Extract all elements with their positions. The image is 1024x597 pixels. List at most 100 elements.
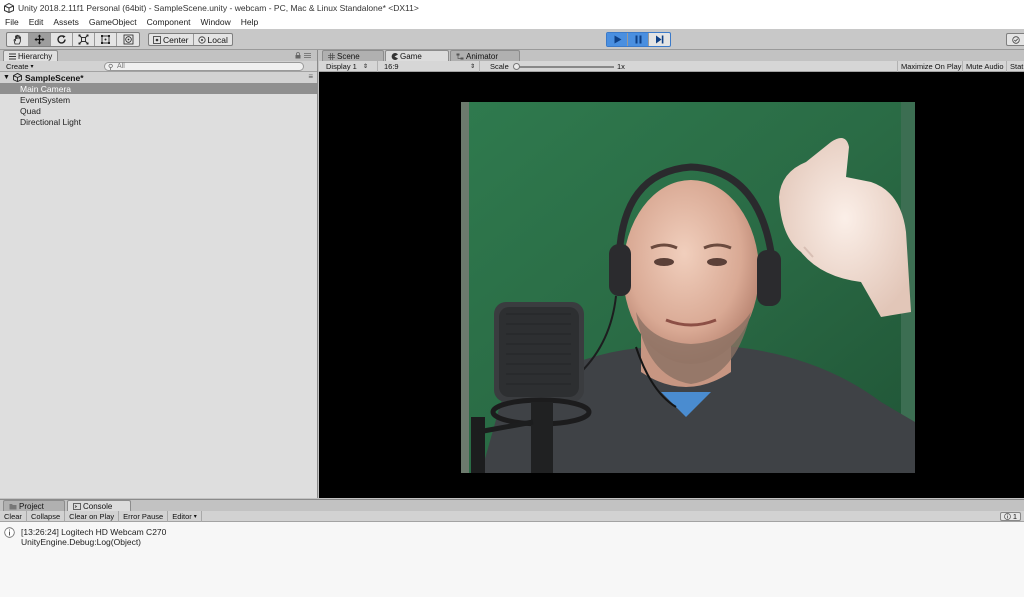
pivot-local-button[interactable]: Local: [194, 34, 232, 45]
list-icon: [9, 53, 16, 59]
mute-audio-toggle[interactable]: Mute Audio: [962, 61, 1007, 72]
scale-tool-button[interactable]: [73, 33, 95, 46]
create-dropdown[interactable]: Create ▾: [3, 62, 37, 71]
step-icon: [656, 35, 664, 44]
lock-icon[interactable]: [295, 52, 301, 59]
game-panel: Scene Game Animator Display 1 ⇕ 16:9 ⇕ S…: [319, 50, 1024, 498]
center-pivot-icon: [153, 35, 161, 44]
transform-tool-button[interactable]: [117, 33, 139, 46]
menu-gameobject[interactable]: GameObject: [89, 17, 137, 27]
scale-value: 1x: [617, 62, 625, 71]
clear-button[interactable]: Clear: [0, 510, 27, 522]
play-button[interactable]: [607, 33, 628, 46]
tab-scene-label: Scene: [337, 51, 360, 61]
panel-options: [295, 52, 311, 59]
error-pause-toggle[interactable]: Error Pause: [119, 510, 169, 522]
tab-scene[interactable]: Scene: [322, 50, 384, 61]
search-placeholder: All: [117, 63, 125, 70]
collab-check-icon: [1012, 35, 1020, 44]
info-message-count-toggle[interactable]: 1: [999, 512, 1021, 521]
info-icon: [1003, 513, 1011, 520]
updown-arrow-icon: ⇕: [469, 64, 475, 70]
rotate-tool-button[interactable]: [51, 33, 73, 46]
console-log-list: [13:26:24] Logitech HD Webcam C270 Unity…: [0, 522, 1024, 597]
menu-window[interactable]: Window: [201, 17, 231, 27]
tab-hierarchy[interactable]: Hierarchy: [3, 50, 59, 61]
hierarchy-item-quad[interactable]: Quad: [0, 105, 317, 116]
unity-scene-icon: [12, 73, 22, 82]
scene-options-icon[interactable]: ≡: [308, 72, 313, 81]
menu-file[interactable]: File: [5, 17, 19, 27]
tab-project-label: Project: [19, 501, 44, 511]
tab-project[interactable]: Project: [3, 500, 65, 511]
rect-transform-icon: [101, 35, 110, 44]
menu-lines-icon[interactable]: [304, 52, 311, 59]
menu-edit[interactable]: Edit: [29, 17, 44, 27]
collab-button[interactable]: [1006, 33, 1024, 46]
expand-arrow-icon[interactable]: ▼: [3, 74, 10, 81]
combined-transform-icon: [123, 34, 133, 45]
hierarchy-item-directional-light[interactable]: Directional Light: [0, 116, 317, 127]
tab-console[interactable]: Console: [67, 500, 131, 511]
hierarchy-toolbar: Create ▾ ⚲ All: [0, 61, 317, 72]
hierarchy-item-eventsystem[interactable]: EventSystem: [0, 94, 317, 105]
game-tab-row: Scene Game Animator: [319, 50, 1024, 61]
pivot-controls: Center Local: [148, 33, 233, 46]
rotate-icon: [57, 35, 66, 44]
console-tab-row: Project Console: [0, 500, 1024, 511]
clear-on-play-toggle[interactable]: Clear on Play: [65, 510, 120, 522]
scene-name: SampleScene*: [24, 72, 84, 83]
info-count: 1: [1012, 512, 1017, 521]
title-bar: Unity 2018.2.11f1 Personal (64bit) - Sam…: [0, 0, 1024, 15]
hand-tool-button[interactable]: [7, 33, 29, 46]
folder-icon: [9, 503, 17, 509]
search-icon: ⚲: [108, 64, 114, 71]
scene-root-row[interactable]: ▼ SampleScene* ≡: [0, 72, 317, 83]
collapse-toggle[interactable]: Collapse: [27, 510, 66, 522]
grid-icon: [328, 52, 335, 60]
log-line-2: UnityEngine.Debug:Log(Object): [21, 537, 142, 547]
tab-game[interactable]: Game: [385, 50, 449, 61]
aspect-label: 16:9: [384, 62, 399, 71]
console-toolbar: Clear Collapse Clear on Play Error Pause…: [0, 510, 1024, 522]
pivot-center-button[interactable]: Center: [149, 34, 194, 45]
display-dropdown[interactable]: Display 1 ⇕: [322, 61, 378, 72]
tab-animator[interactable]: Animator: [450, 50, 520, 61]
move-arrows-icon: [34, 34, 45, 45]
hierarchy-search-input[interactable]: ⚲ All: [104, 62, 304, 71]
dropdown-arrow-icon: ▾: [30, 63, 34, 70]
menu-help[interactable]: Help: [241, 17, 258, 27]
play-icon: [614, 35, 621, 44]
webcam-feed-image: [461, 102, 915, 473]
aspect-dropdown[interactable]: 16:9 ⇕: [380, 61, 480, 72]
hand-icon: [13, 34, 21, 45]
game-view-toolbar: Display 1 ⇕ 16:9 ⇕ Scale 1x Maximize On …: [319, 61, 1024, 72]
hierarchy-tab-row: Hierarchy: [0, 50, 317, 61]
move-tool-button[interactable]: [29, 33, 51, 46]
game-viewport[interactable]: [319, 72, 1024, 498]
scale-icon: [78, 34, 89, 45]
editor-dropdown[interactable]: Editor ▾: [168, 510, 202, 522]
log-entry[interactable]: [13:26:24] Logitech HD Webcam C270 Unity…: [4, 527, 166, 547]
rect-tool-button[interactable]: [95, 33, 117, 46]
scale-slider-thumb[interactable]: [513, 63, 520, 70]
tab-game-label: Game: [400, 51, 422, 61]
log-message: [13:26:24] Logitech HD Webcam C270 Unity…: [21, 527, 166, 547]
pause-icon: [635, 35, 641, 44]
window-title: Unity 2018.2.11f1 Personal (64bit) - Sam…: [18, 2, 419, 13]
display-label: Display 1: [326, 62, 357, 71]
step-button[interactable]: [649, 33, 670, 46]
transform-tools: [6, 32, 140, 47]
console-panel: Project Console Clear Collapse Clear on …: [0, 499, 1024, 597]
scale-slider-track[interactable]: [516, 66, 614, 68]
stats-toggle[interactable]: Stat: [1006, 61, 1024, 72]
menu-assets[interactable]: Assets: [53, 17, 79, 27]
menu-component[interactable]: Component: [147, 17, 191, 27]
animator-icon: [456, 53, 464, 59]
tab-animator-label: Animator: [466, 51, 499, 61]
pause-button[interactable]: [628, 33, 649, 46]
pivot-center-label: Center: [163, 34, 189, 45]
hierarchy-item-main-camera[interactable]: Main Camera: [0, 83, 317, 94]
maximize-on-play-toggle[interactable]: Maximize On Play: [897, 61, 964, 72]
main-toolbar: Center Local: [0, 29, 1024, 50]
